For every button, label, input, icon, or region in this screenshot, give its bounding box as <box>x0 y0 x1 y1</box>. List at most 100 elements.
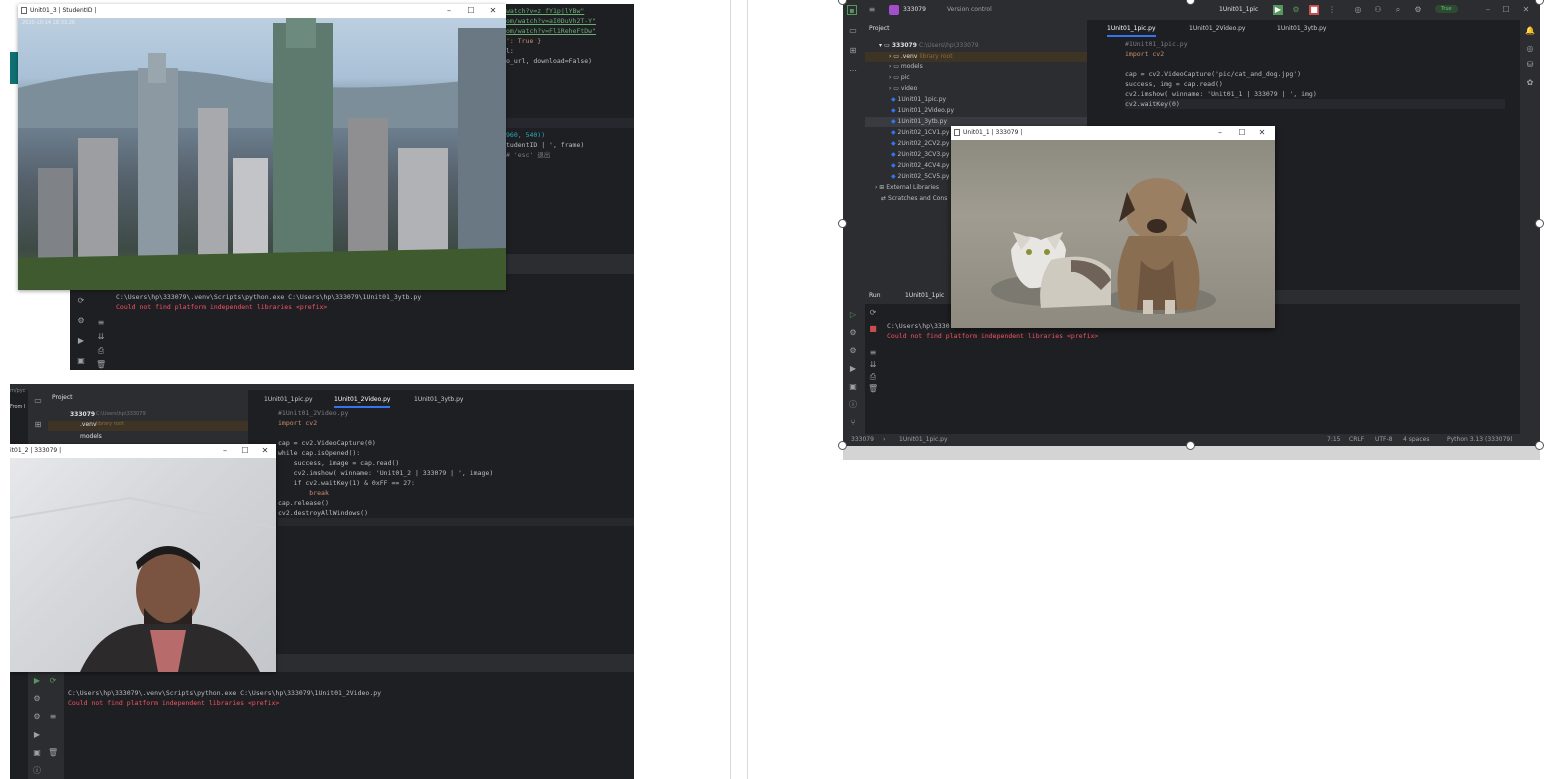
window-titlebar[interactable]: Unit01_3 | StudentID | – ☐ ✕ <box>18 4 506 18</box>
services-icon[interactable]: ⚙ <box>848 346 858 356</box>
structure-icon[interactable]: ⊞ <box>33 420 43 430</box>
problems-tool-icon[interactable]: ⓘ <box>848 400 858 410</box>
more-icon[interactable]: ⋮ <box>1327 5 1337 15</box>
resize-handle-bm[interactable] <box>1186 441 1195 450</box>
resize-handle-mr[interactable] <box>1535 219 1544 228</box>
debug-button[interactable]: ⚙ <box>1291 5 1301 15</box>
rerun-icon[interactable]: ⟳ <box>76 296 86 306</box>
resize-handle-br[interactable] <box>1535 441 1544 450</box>
print-icon[interactable]: ⎙ <box>96 346 106 356</box>
tree-item-scratches[interactable]: ⇄ Scratches and Cons <box>881 194 947 204</box>
tab-1unit01-1pic[interactable]: 1Unit01_1pic.py <box>1107 21 1156 37</box>
tree-item-venv[interactable]: › ▭ .venv library root <box>865 52 1087 62</box>
git-tool-icon[interactable]: ⑂ <box>848 418 858 428</box>
run-button[interactable]: ▶ <box>1273 5 1283 15</box>
plugins-icon[interactable]: ✿ <box>1525 78 1535 88</box>
cursor-position[interactable]: 7:15 <box>1327 436 1340 443</box>
breadcrumb-root[interactable]: 333079 <box>851 436 874 443</box>
project-root[interactable]: 333079 <box>70 411 95 418</box>
trash-icon[interactable]: 🗑 <box>868 384 878 394</box>
resize-handle-ml[interactable] <box>838 219 847 228</box>
maximize-window-icon[interactable]: ☐ <box>1501 5 1511 15</box>
database-icon[interactable]: ⛁ <box>1525 60 1535 70</box>
tree-item-file[interactable]: ◆ 1Unit01_2Video.py <box>891 106 954 116</box>
tab-1unit01-3ytb[interactable]: 1Unit01_3ytb.py <box>414 392 463 408</box>
close-button[interactable]: ✕ <box>254 444 276 458</box>
minimize-window-icon[interactable]: – <box>1483 5 1493 15</box>
python-badge[interactable]: True <box>1435 5 1458 13</box>
services-icon[interactable]: ⚙ <box>32 712 42 722</box>
terminal-icon[interactable]: ▣ <box>32 748 42 758</box>
tree-item-file[interactable]: ◆ 2Unit02_1CV1.py <box>891 128 949 138</box>
vcs-label[interactable]: Version control <box>947 6 992 13</box>
close-window-icon[interactable]: ✕ <box>1521 5 1531 15</box>
project-name[interactable]: 333079 <box>903 6 926 13</box>
maximize-button[interactable]: ☐ <box>1231 126 1253 140</box>
minimize-button[interactable]: – <box>1209 126 1231 140</box>
debug-icon[interactable]: ⚙ <box>76 316 86 326</box>
window-titlebar[interactable]: it01_2 | 333079 | – ☐ ✕ <box>10 444 276 458</box>
encoding[interactable]: UTF-8 <box>1375 436 1393 443</box>
tree-item-file[interactable]: ◆ 2Unit02_3CV3.py <box>891 150 949 160</box>
stop-button[interactable]: ■ <box>1309 5 1319 15</box>
indent[interactable]: 4 spaces <box>1403 436 1429 443</box>
rerun-icon[interactable]: ⟳ <box>48 676 58 686</box>
structure-tool-icon[interactable]: ⊞ <box>848 46 858 56</box>
app-logo-icon[interactable]: ▪ <box>847 5 857 15</box>
maximize-button[interactable]: ☐ <box>234 444 256 458</box>
scroll-end-icon[interactable]: ⇊ <box>96 332 106 342</box>
project-tool-icon[interactable]: ▭ <box>848 26 858 36</box>
tree-item-file[interactable]: ◆ 2Unit02_2CV2.py <box>891 139 949 149</box>
tab-1unit01-2video[interactable]: 1Unit01_2Video.py <box>334 392 391 408</box>
resize-handle-tr[interactable] <box>1535 0 1544 5</box>
ai-assistant-icon[interactable]: ◎ <box>1525 44 1535 54</box>
play-tool-icon[interactable]: ▶ <box>848 364 858 374</box>
settings-icon[interactable]: ⚙ <box>1413 5 1423 15</box>
tab-1unit01-1pic[interactable]: 1Unit01_1pic.py <box>264 392 313 408</box>
terminal-tool-icon[interactable]: ▣ <box>848 382 858 392</box>
wrap-icon[interactable]: ≡ <box>96 318 106 328</box>
menu-icon[interactable]: ≡ <box>867 5 877 15</box>
minimize-button[interactable]: – <box>438 4 460 18</box>
tree-item-models[interactable]: › ▭ models <box>889 62 923 72</box>
line-ending[interactable]: CRLF <box>1349 436 1364 443</box>
tree-item-external[interactable]: › ⊞ External Libraries <box>875 183 939 193</box>
resize-handle-bl[interactable] <box>838 441 847 450</box>
breadcrumb-file[interactable]: 1Unit01_1pic.py <box>899 436 948 443</box>
search-icon[interactable]: ⌕ <box>1393 5 1403 15</box>
close-button[interactable]: ✕ <box>482 4 504 18</box>
run-icon[interactable]: ▶ <box>32 676 42 686</box>
trash-icon[interactable]: 🗑 <box>48 748 58 758</box>
terminal-icon[interactable]: ▣ <box>76 356 86 366</box>
trash-icon[interactable]: 🗑 <box>96 360 106 370</box>
ai-icon[interactable]: ◎ <box>1353 5 1363 15</box>
tree-item-video[interactable]: › ▭ video <box>889 84 917 94</box>
tree-item-root[interactable]: ▾ ▭ 333079 C:\Users\hp\333079 <box>879 41 979 51</box>
tree-item-file[interactable]: ◆ 2Unit02_5CV5.py <box>891 172 949 182</box>
tab-1unit01-2video[interactable]: 1Unit01_2Video.py <box>1189 21 1245 37</box>
run-tab[interactable]: 1Unit01_1pic <box>905 292 944 299</box>
notifications-icon[interactable]: 🔔 <box>1525 26 1535 36</box>
wrap-icon[interactable]: ≡ <box>868 348 878 358</box>
venv-row[interactable]: .venv library root <box>48 421 248 431</box>
minimize-button[interactable]: – <box>214 444 236 458</box>
maximize-button[interactable]: ☐ <box>460 4 482 18</box>
problems-icon[interactable]: ⓘ <box>32 766 42 776</box>
tree-item-file[interactable]: ◆ 2Unit02_4CV4.py <box>891 161 949 171</box>
play-icon[interactable]: ▶ <box>76 336 86 346</box>
project-label[interactable]: Project <box>52 394 73 401</box>
interpreter[interactable]: Python 3.13 (333079) <box>1447 436 1513 443</box>
folder-icon[interactable]: ▭ <box>33 396 43 406</box>
tree-item-file[interactable]: ◆ 1Unit01_1pic.py <box>891 95 946 105</box>
project-label[interactable]: Project <box>869 25 890 32</box>
tree-item-pic[interactable]: › ▭ pic <box>889 73 910 83</box>
more-tools-icon[interactable]: … <box>848 64 858 74</box>
python-console-icon[interactable]: ⚙ <box>848 328 858 338</box>
scroll-end-icon[interactable]: ⇊ <box>868 360 878 370</box>
account-icon[interactable]: ⚇ <box>1373 5 1383 15</box>
print-icon[interactable]: ⎙ <box>868 372 878 382</box>
window-titlebar[interactable]: Unit01_1 | 333079 | – ☐ ✕ <box>951 126 1275 140</box>
wrap-icon[interactable]: ≡ <box>48 712 58 722</box>
rerun-icon[interactable]: ⟳ <box>868 308 878 318</box>
tab-1unit01-3ytb[interactable]: 1Unit01_3ytb.py <box>1277 21 1326 37</box>
